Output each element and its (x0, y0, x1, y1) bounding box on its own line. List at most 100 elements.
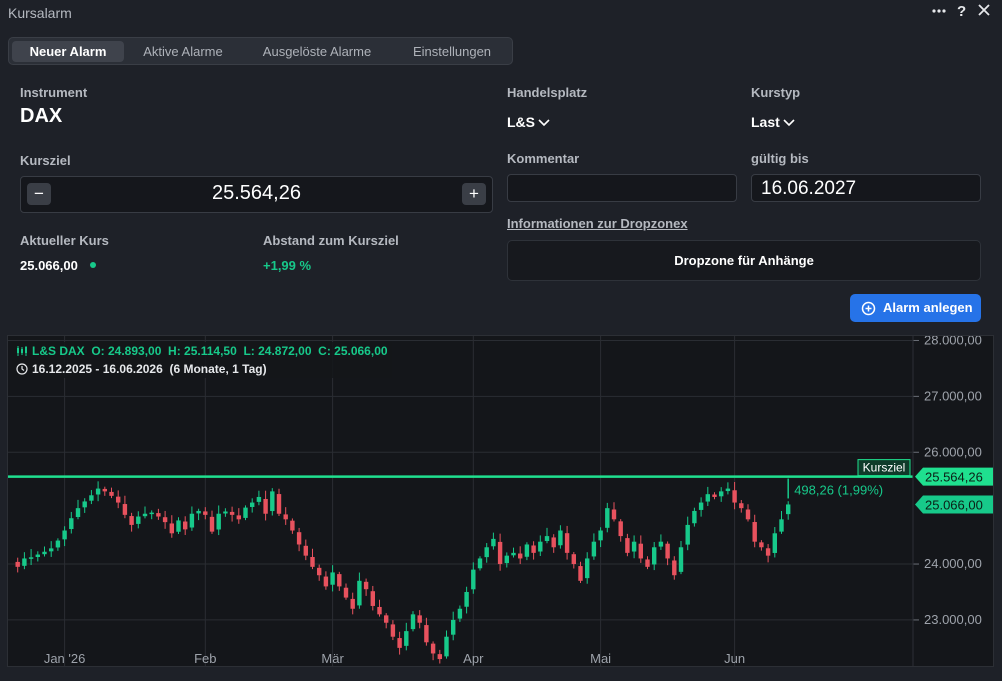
candle-body (75, 508, 81, 518)
candle-body (457, 608, 463, 619)
tab-aktive-alarme[interactable]: Aktive Alarme (129, 41, 237, 62)
candle-body (705, 494, 710, 502)
candle-body (712, 494, 717, 497)
candle-body (263, 498, 268, 514)
candle-body (49, 548, 54, 552)
y-tick-label: 28.000,00 (924, 336, 982, 347)
candle-body (116, 496, 121, 503)
candle-body (658, 541, 664, 547)
tab-bar: Neuer Alarm Aktive Alarme Ausgelöste Ala… (8, 37, 513, 65)
candle-body (156, 513, 161, 517)
candle-body (511, 552, 516, 556)
candle-body (504, 555, 509, 564)
candle-body (377, 606, 382, 615)
candle-body (250, 502, 255, 507)
gueltig-bis-input[interactable]: 16.06.2027 (751, 174, 981, 202)
legend-range: 16.12.2025 - 16.06.2026 (6 Monate, 1 Tag… (12, 360, 392, 378)
candle-body (772, 533, 777, 553)
candle-body (444, 636, 449, 657)
candle-body (725, 488, 731, 492)
increment-button[interactable]: + (462, 183, 486, 205)
candle-body (229, 511, 235, 515)
alarm-anlegen-button[interactable]: Alarm anlegen (850, 294, 981, 322)
candle-body (357, 580, 362, 606)
candle-body (69, 518, 74, 530)
candle-body (209, 516, 215, 532)
kursziel-stepper: − 25.564,26 + (20, 176, 493, 213)
candle-body (752, 522, 757, 542)
live-indicator-icon (90, 262, 96, 268)
candle-body (183, 521, 188, 530)
candle-body (203, 511, 208, 515)
candle-body (625, 538, 630, 553)
candle-body (598, 530, 603, 541)
kursziel-input[interactable]: 25.564,26 (61, 182, 452, 205)
candle-body (296, 532, 302, 545)
close-button[interactable] (977, 3, 991, 22)
candle-body (585, 558, 590, 579)
handelsplatz-select[interactable]: L&S (507, 114, 550, 130)
candle-body (330, 572, 335, 585)
candle-body (685, 524, 690, 545)
legend-ohlc-text: L&S DAX O: 24.893,00 H: 25.114,50 L: 24.… (32, 344, 388, 358)
candle-body (243, 507, 248, 518)
candle-body (698, 502, 704, 510)
attachment-dropzone[interactable]: Dropzone für Anhänge (507, 240, 981, 281)
candle-body (779, 519, 784, 532)
help-button[interactable]: ? (957, 3, 966, 21)
candle-body (129, 516, 134, 525)
candle-body (337, 574, 342, 587)
x-tick-label: Jun (724, 651, 745, 666)
candle-body (471, 569, 476, 590)
candle-body (323, 576, 329, 587)
candle-body (256, 496, 262, 502)
candle-body (618, 521, 623, 537)
candle-body (303, 545, 308, 556)
candle-body (451, 619, 456, 635)
candle-body (739, 503, 744, 509)
candle-body (35, 554, 40, 557)
candle-body (424, 625, 429, 643)
x-tick-label: Jan '26 (44, 651, 86, 666)
window-title: Kursalarm (8, 5, 72, 21)
candle-body (283, 514, 288, 520)
y-tick-label: 26.000,00 (924, 444, 982, 459)
decrement-button[interactable]: − (27, 183, 51, 205)
candle-body (95, 488, 101, 495)
close-icon (978, 4, 990, 16)
candle-body (42, 551, 47, 555)
gueltig-bis-value: 16.06.2027 (761, 178, 857, 199)
candle-body (652, 547, 657, 565)
chart-canvas[interactable]: 28.000,00 27.000,00 26.000,00 24.000,00 23.0… (8, 336, 994, 667)
candle-body (538, 541, 543, 552)
x-tick-label: Mai (590, 651, 611, 666)
tab-ausgeloeste-alarme[interactable]: Ausgelöste Alarme (249, 41, 385, 62)
gueltig-bis-label: gültig bis (751, 151, 809, 166)
tab-einstellungen[interactable]: Einstellungen (399, 41, 505, 62)
dropzone-label: Dropzone für Anhänge (674, 253, 814, 268)
candle-body (89, 495, 94, 501)
kursziel-price-label: 25.564,26 (925, 470, 983, 485)
candle-body (196, 510, 201, 514)
candle-body (102, 488, 107, 492)
candle-body (786, 504, 791, 515)
more-options-button[interactable] (931, 3, 947, 24)
candle-body (136, 516, 141, 524)
dropzone-info-link[interactable]: Informationen zur Dropzonex (507, 216, 688, 231)
handelsplatz-label: Handelsplatz (507, 85, 588, 100)
distance-annotation: 498,26 (1,99%) (794, 483, 883, 498)
candle-body (437, 654, 442, 660)
candle-body (162, 517, 168, 523)
kurstyp-select[interactable]: Last (751, 114, 795, 130)
candle-body (430, 643, 436, 654)
legend-range-text: 16.12.2025 - 16.06.2026 (6 Monate, 1 Tag… (32, 362, 267, 376)
tab-neuer-alarm[interactable]: Neuer Alarm (12, 41, 124, 62)
kommentar-label: Kommentar (507, 151, 580, 166)
candle-body (591, 541, 597, 557)
candle-body (363, 581, 369, 590)
current-price-label: 25.066,00 (925, 497, 983, 512)
price-chart[interactable]: 28.000,00 27.000,00 26.000,00 24.000,00 23.0… (7, 335, 994, 667)
kommentar-input[interactable] (507, 174, 737, 202)
candle-body (343, 587, 349, 598)
candle-body (317, 567, 322, 576)
